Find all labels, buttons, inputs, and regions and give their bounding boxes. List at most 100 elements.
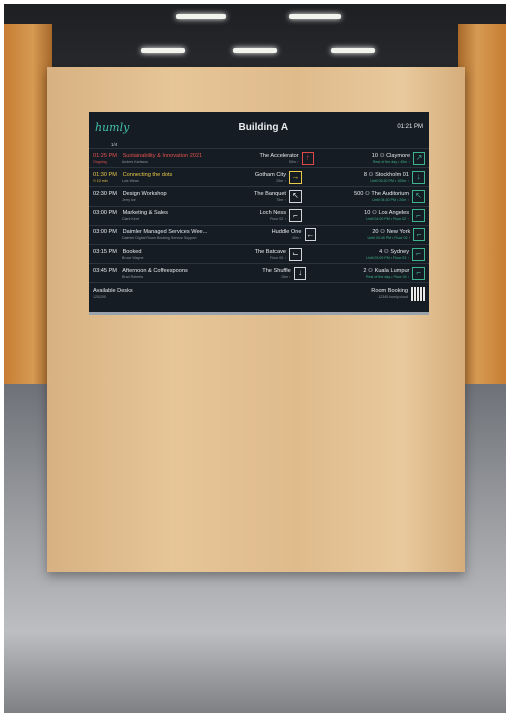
available-room-info: Until 03:00 PM • Floor 03 ↑ (366, 255, 409, 260)
room-name: The Accelerator (259, 152, 299, 159)
available-room-info: Until 04:00 PM • Floor 02 ↑ (366, 217, 409, 222)
room-name: Gotham City (254, 171, 286, 178)
booking-title: Booked (122, 248, 142, 255)
booking-time: 03:15 PM (93, 248, 117, 255)
booking-subline: Bruce Wayne (93, 256, 179, 260)
person-icon: ⚇ (379, 152, 385, 159)
room-directions: 50m ↑ (288, 159, 299, 164)
booking-subline: Daimler Digital Room Booking Service Sup… (93, 236, 207, 240)
arrow-left-icon: ← (304, 228, 317, 242)
room-booking-url: 12345.humly.cloud (378, 295, 408, 300)
available-desks-value: 125/200 (93, 295, 106, 300)
available-room: 20 ⚇ New York Until 03:45 PM • Floor 02 … (316, 229, 413, 240)
room-capacity: 4 (379, 248, 383, 255)
booking-info: 03:00 PM Daimler Managed Services Wee...… (93, 229, 207, 240)
room-capacity: 20 (372, 229, 379, 236)
booking-info: 03:15 PM Booked Bruce Wayne (93, 249, 179, 260)
available-room-line: 500 ⚇ The Auditorium (302, 191, 409, 197)
booking-list: 01:25 PM Sustainability & Innovation 202… (89, 148, 429, 282)
room-capacity: 8 (363, 171, 367, 178)
booking-line: 01:30 PM Connecting the dots (93, 172, 179, 178)
available-room-line: 4 ⚇ Sydney (302, 249, 409, 255)
arrow-down-icon: ↓ (412, 170, 425, 184)
booking-line: 01:25 PM Sustainability & Innovation 202… (93, 153, 202, 159)
available-room-name: New York (386, 229, 411, 236)
booking-organizer: Bruce Wayne (122, 255, 144, 260)
booking-info: 02:30 PM Design Workshop Jerry Ice (93, 191, 179, 202)
booking-row[interactable]: 03:45 PM Afternoon & Coffeespoons Brad R… (89, 263, 429, 282)
room-capacity: 500 (354, 190, 364, 197)
available-room-info: Rest of the day • 45m ↑ (372, 159, 411, 164)
available-room-name: The Auditorium (371, 190, 409, 197)
available-desks-label: Available Desks (93, 288, 133, 295)
booking-time: 02:30 PM (93, 190, 117, 197)
qr-code-icon[interactable] (411, 286, 425, 301)
ceiling-light (331, 48, 375, 53)
person-icon: ⚇ (364, 190, 370, 197)
room-capacity: 10 (371, 152, 378, 159)
booking-row[interactable]: 03:15 PM Booked Bruce Wayne The Batcave … (89, 243, 429, 263)
booking-line: 03:00 PM Marketing & Sales (93, 210, 179, 216)
room-directions: 15m ↑ (281, 274, 291, 279)
right-wall (458, 24, 506, 414)
booking-organizer: Daimler Digital Room Booking Service Sup… (122, 236, 197, 241)
room-booking-label: Room Booking (371, 288, 408, 295)
available-room-info: Until 03:45 PM • Floor 02 ↑ (367, 236, 411, 241)
available-room-name: Sydney (390, 248, 409, 255)
booked-room: The Shuffle 15m ↑ (188, 268, 294, 279)
arrow-up-left-icon: ↖ (289, 189, 302, 203)
booking-row[interactable]: 01:30 PM Connecting the dots ⏱ 10 min Lu… (89, 167, 429, 186)
booking-title: Marketing & Sales (122, 210, 168, 217)
booked-room: Loch Ness Floor 02 ↑ (179, 210, 289, 221)
booking-row[interactable]: 03:00 PM Marketing & Sales Clark Kent Lo… (89, 205, 429, 225)
booking-organizer: Anders Karlsson (121, 159, 149, 164)
person-icon: ⚇ (368, 267, 374, 274)
available-room-name: Los Angeles (378, 210, 409, 217)
booking-row[interactable]: 01:25 PM Sustainability & Innovation 202… (89, 148, 429, 167)
stairs-icon: ⌐ (412, 266, 426, 280)
booking-status: ⏱ 10 min (93, 178, 108, 183)
booking-line: 02:30 PM Design Workshop (93, 191, 179, 197)
clock: 01:21 PM (397, 124, 423, 130)
room-name: The Banquet (253, 190, 286, 197)
left-wall (4, 24, 52, 414)
booking-info: 01:30 PM Connecting the dots ⏱ 10 min Lu… (93, 172, 179, 183)
booked-room: The Batcave Floor 00 ↑ (179, 249, 289, 260)
room-directions: Floor 00 ↑ (270, 255, 286, 260)
person-icon: ⚇ (371, 210, 377, 217)
display-footer: Available Desks 125/200 Room Booking 123… (89, 282, 429, 304)
room-directions: Floor 02 ↑ (270, 217, 286, 222)
booking-row[interactable]: 03:00 PM Daimler Managed Services Wee...… (89, 224, 429, 244)
booking-row[interactable]: 02:30 PM Design Workshop Jerry Ice The B… (89, 186, 429, 205)
available-room-name: Stockholm 01 (375, 171, 409, 178)
booking-organizer: Luis Weas (122, 178, 139, 183)
booked-room: Huddle One 45m ↑ (207, 229, 304, 240)
booking-status: Ongoing (93, 159, 107, 164)
booking-time: 03:45 PM (93, 267, 117, 274)
arrow-right-icon: → (289, 170, 302, 184)
ceiling-light (176, 14, 226, 19)
ceiling-light (289, 14, 341, 19)
available-room: 500 ⚇ The Auditorium Until 04:30 PM • 20… (302, 191, 412, 202)
booking-title: Afternoon & Coffeespoons (122, 267, 188, 274)
ceiling-light (141, 48, 185, 53)
room-directions: 25m ↑ (276, 178, 286, 183)
available-room-line: 10 ⚇ Los Angeles (302, 210, 409, 216)
brand-logo: humly (95, 120, 130, 134)
available-room: 8 ⚇ Stockholm 01 Until 03:30 PM • 100m ↑ (302, 172, 412, 183)
stairs-down-icon: ⌙ (289, 247, 302, 261)
person-icon: ⚇ (383, 248, 389, 255)
booked-room: Gotham City 25m ↑ (179, 172, 289, 183)
room-name: Huddle One (271, 229, 302, 236)
room-booking-display: humly Building A 01:21 PM 1/4 01:25 PM S… (89, 112, 429, 315)
available-room: 10 ⚇ Los Angeles Until 04:00 PM • Floor … (302, 210, 412, 221)
arrow-down-icon: ↓ (293, 266, 307, 280)
booking-title: Design Workshop (122, 190, 167, 197)
room-directions: 75m ↑ (276, 197, 286, 202)
booked-room: The Accelerator 50m ↑ (202, 153, 301, 164)
booking-title: Connecting the dots (122, 171, 173, 178)
available-room: 10 ⚇ Claymore Rest of the day • 45m ↑ (314, 153, 413, 164)
available-room-info: Until 04:30 PM • 20m ↑ (372, 197, 409, 202)
stairs-icon: ⌐ (413, 228, 425, 242)
room-capacity: 10 (364, 210, 371, 217)
